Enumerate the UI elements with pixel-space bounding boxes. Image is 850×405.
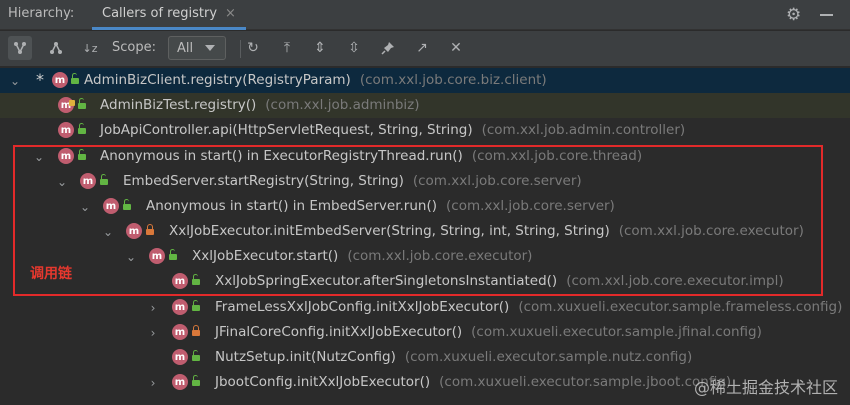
tree-node-label: NutzSetup.init(NutzConfig) (com.xuxueli.e… [215,349,693,365]
tool-window-header: Hierarchy: Callers of registry × ⚙ [0,0,850,30]
call-chain-annotation: 调用链 [30,266,72,282]
tree-node-label: JFinalCoreConfig.initXxlJobExecutor() (co… [215,324,762,340]
scope-select[interactable]: All [168,36,226,60]
tree-row[interactable]: ⌄ * m AdminBizClient.registry(RegistryPa… [0,68,850,93]
hierarchy-toolbar: ↓z Scope: All ↻ ⤒ ⇕ ⇳ ↗ ✕ [0,31,850,67]
tree-row[interactable]: › m JFinalCoreConfig.initXxlJobExecutor(… [0,320,850,345]
export-icon[interactable]: ⤒ [275,36,299,60]
method-icon: m [58,122,74,138]
tab-callers-of-registry[interactable]: Callers of registry × [92,0,246,30]
private-visibility-icon [192,325,200,336]
test-badge-icon [69,100,75,106]
tree-node-label: AdminBizClient.registry(RegistryParam) (c… [84,72,547,88]
chevron-right-icon[interactable]: › [146,295,160,320]
chevron-down-icon [205,45,216,51]
method-icon: m [172,324,188,340]
navigate-icon[interactable]: ↗ [410,36,434,60]
tree-node-label: AdminBizTest.registry() (com.xxl.job.admi… [100,97,420,113]
method-icon: m [172,299,188,315]
tree-row[interactable]: m NutzSetup.init(NutzConfig) (com.xuxueli… [0,345,850,370]
close-icon[interactable]: × [225,6,236,21]
watermark: @稀土掘金技术社区 [694,378,839,397]
public-visibility-icon [78,123,86,134]
tree-node-label: JobApiController.api(HttpServletRequest,… [100,122,686,138]
tree-row[interactable]: m AdminBizTest.registry() (com.xxl.job.ad… [0,93,850,118]
method-icon: m [172,374,188,390]
chevron-down-icon[interactable]: ⌄ [8,68,22,93]
chevron-right-icon[interactable]: › [146,320,160,345]
refresh-icon[interactable]: ↻ [241,36,265,60]
minimize-icon[interactable] [820,14,833,16]
tree-node-label: FrameLessXxlJobConfig.initXxlJobExecutor… [215,299,843,315]
public-visibility-icon [71,73,79,84]
root-star: * [36,70,44,89]
method-icon: m [172,349,188,365]
tab-label: Callers of registry [102,6,218,21]
pin-icon[interactable] [376,36,400,60]
sort-alphabetically-icon[interactable]: ↓z [78,36,102,60]
public-visibility-icon [192,375,200,386]
method-icon: m [52,72,68,88]
public-visibility-icon [192,300,200,311]
collapse-all-icon[interactable]: ⇳ [342,36,366,60]
close-icon[interactable]: ✕ [444,36,468,60]
gear-icon[interactable]: ⚙ [786,5,801,25]
expand-all-icon[interactable]: ⇕ [308,36,332,60]
scope-label: Scope: [112,40,156,55]
tree-row[interactable]: › m FrameLessXxlJobConfig.initXxlJobExec… [0,295,850,320]
callees-hierarchy-icon[interactable] [44,36,68,60]
callers-hierarchy-icon[interactable] [8,36,32,60]
tree-node-label: JbootConfig.initXxlJobExecutor() (com.xux… [215,374,732,390]
public-visibility-icon [78,98,86,109]
call-chain-highlight-box [13,145,823,296]
public-visibility-icon [192,350,200,361]
scope-value: All [177,40,194,56]
tree-row[interactable]: m JobApiController.api(HttpServletReques… [0,118,850,143]
chevron-right-icon[interactable]: › [146,370,160,395]
hierarchy-label: Hierarchy: [8,6,75,21]
